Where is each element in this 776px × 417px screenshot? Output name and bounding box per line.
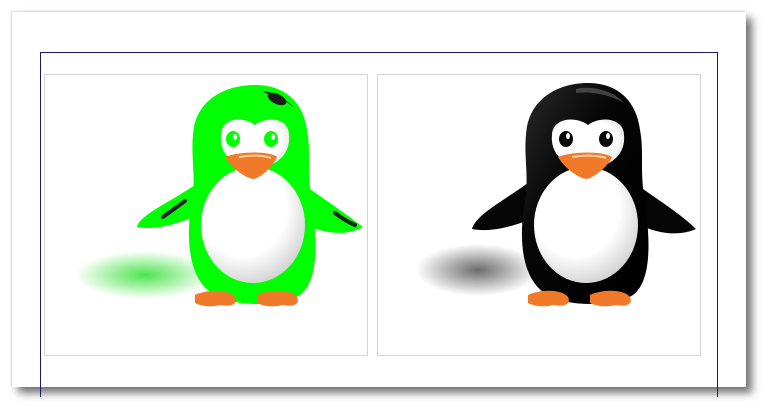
image-panel-original xyxy=(377,74,701,356)
image-panel-recolored xyxy=(44,74,368,356)
drop-shadow xyxy=(416,244,540,296)
penguin-recolored-image xyxy=(75,85,363,307)
penguin-original-image xyxy=(416,83,696,307)
right-eye xyxy=(599,131,613,147)
right-eye xyxy=(264,131,278,147)
right-flipper xyxy=(640,187,696,234)
belly xyxy=(201,167,305,283)
belly xyxy=(534,167,638,283)
left-eye xyxy=(226,131,240,147)
left-eye xyxy=(559,131,573,147)
